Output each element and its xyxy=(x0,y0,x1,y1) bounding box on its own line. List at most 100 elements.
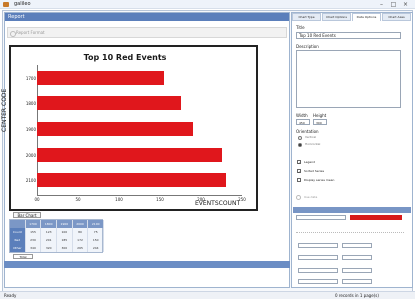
expand-icon[interactable] xyxy=(10,31,16,37)
y-tick-1700: 1700 xyxy=(25,75,36,81)
table-row: Red 230 201 185 172 150 xyxy=(10,236,105,244)
title-label: Title xyxy=(296,25,305,30)
orientation-label: Orientation xyxy=(296,129,319,134)
grid-cell: 265 xyxy=(73,244,89,252)
series-select-1[interactable] xyxy=(298,243,338,248)
grid-header-row: 1700 1800 1900 2000 2100 xyxy=(10,220,105,228)
grid-header-cell: 1800 xyxy=(41,220,58,228)
grid-cell: 155 xyxy=(26,228,42,236)
grid-row-header: Other Events xyxy=(10,244,26,252)
horizontal-label: Horizontal xyxy=(305,142,321,146)
window-title: galileo xyxy=(14,1,31,7)
status-right: 0 records in 1 page(s) xyxy=(335,293,379,298)
height-input[interactable]: 300 xyxy=(313,119,327,125)
horizontal-radio[interactable] xyxy=(298,143,302,147)
grid-cell: 100 xyxy=(57,228,73,236)
chart-title: Top 10 Red Events xyxy=(83,53,167,62)
series-mean-checkbox[interactable] xyxy=(297,178,301,182)
grid-cell: 320 xyxy=(41,244,58,252)
grid-cell: 340 xyxy=(26,244,42,252)
vertical-radio[interactable] xyxy=(298,136,302,140)
description-label: Description xyxy=(296,44,319,49)
maximize-icon[interactable]: □ xyxy=(388,1,399,8)
chart-plot-area: 1700 1800 1900 2000 2100 xyxy=(26,65,247,193)
bar-2100 xyxy=(37,173,226,188)
app-icon xyxy=(3,2,9,7)
grid-header-cell: 1900 xyxy=(57,220,73,228)
x-axis xyxy=(37,195,242,196)
sorted-series-checkbox[interactable]: ✓ xyxy=(297,169,301,174)
legend-label: Legend xyxy=(304,160,316,164)
grid-header-cell: 2000 xyxy=(72,220,89,228)
series-name-input[interactable] xyxy=(296,215,346,220)
title-input[interactable]: Top 10 Red Events xyxy=(296,32,401,39)
y-tick-2000: 2000 xyxy=(25,152,36,158)
status-left: Ready xyxy=(4,293,17,298)
width-label: Width xyxy=(296,113,308,118)
tab-chart-options[interactable]: Chart Options xyxy=(322,13,351,21)
sorted-series-label: Sorted Series xyxy=(304,169,325,173)
y-axis-label: CENTER CODE xyxy=(1,88,8,132)
window-titlebar: galileo xyxy=(0,0,415,9)
tab-chart-type[interactable]: Chart Type xyxy=(292,13,321,21)
grid-row-header: Red xyxy=(10,236,26,244)
series-select-3[interactable] xyxy=(298,268,338,273)
series-section-header xyxy=(293,207,411,213)
series-option-4[interactable] xyxy=(342,279,372,284)
bar-1700 xyxy=(37,70,165,85)
series-select-4[interactable] xyxy=(298,279,338,284)
width-input[interactable]: 450 xyxy=(296,119,310,125)
grid-cell: 185 xyxy=(57,236,73,244)
grid-total-button[interactable]: Total xyxy=(13,254,33,259)
series-color-swatch[interactable] xyxy=(350,215,402,220)
grid-cell: 244 xyxy=(88,244,105,252)
height-label: Height xyxy=(313,113,327,118)
minimize-icon[interactable]: – xyxy=(376,1,387,8)
grid-cell: 80 xyxy=(73,228,89,236)
table-row: Count 155 123 100 80 75 xyxy=(10,228,105,236)
series-mean-label: Display series mean xyxy=(304,178,335,182)
x-tick-150: 150 xyxy=(156,197,164,202)
grid-cell: 150 xyxy=(88,236,105,244)
data-grid: 1700 1800 1900 2000 2100 Count 155 123 100 80 75 Re… xyxy=(9,219,105,253)
report-format-bar[interactable]: Report Format xyxy=(7,27,287,38)
bar-chart-tab[interactable]: Bar Chart xyxy=(13,212,41,218)
series-option-2[interactable] xyxy=(342,255,372,260)
x-tick-00: 00 xyxy=(34,197,40,202)
grid-header-cell: 1700 xyxy=(25,220,42,228)
grid-cell: 75 xyxy=(88,228,105,236)
tab-chart-axes[interactable]: Chart Axes xyxy=(382,13,411,21)
grid-cell: 123 xyxy=(41,228,58,236)
series-option-3[interactable] xyxy=(342,268,372,273)
x-tick-50: 50 xyxy=(75,197,81,202)
x-tick-200: 200 xyxy=(197,197,205,202)
grid-cell: 172 xyxy=(73,236,89,244)
grid-header-cell: 2100 xyxy=(88,220,105,228)
grid-cell: 201 xyxy=(41,236,58,244)
grid-header-cell xyxy=(10,220,26,228)
report-format-label: Report Format xyxy=(16,30,45,35)
bar-1900 xyxy=(37,122,193,136)
y-tick-1800: 1800 xyxy=(25,101,36,107)
vertical-label: Vertical xyxy=(305,135,317,139)
series-options-row xyxy=(296,228,404,233)
tab-data-options[interactable]: Data Options xyxy=(352,13,381,21)
grid-cell: 300 xyxy=(57,244,73,252)
description-textarea[interactable] xyxy=(296,50,401,108)
apply-radio[interactable] xyxy=(296,195,301,200)
series-select-2[interactable] xyxy=(298,255,338,260)
apply-label: Use data xyxy=(304,195,318,199)
grid-cell: 230 xyxy=(26,236,42,244)
y-tick-2100: 2100 xyxy=(25,178,36,184)
y-tick-1900: 1900 xyxy=(25,127,36,132)
close-icon[interactable]: × xyxy=(400,1,411,8)
x-tick-100: 100 xyxy=(115,197,123,202)
bar-1800 xyxy=(37,96,181,111)
report-panel-header: Report xyxy=(5,13,289,21)
legend-checkbox[interactable]: ✓ xyxy=(297,160,301,165)
table-row: Other Events340320300265244 xyxy=(10,244,105,252)
status-bar: Ready 0 records in 1 page(s) xyxy=(0,291,415,299)
series-option-1[interactable] xyxy=(342,243,372,248)
properties-tabs: Chart Type Chart Options Data Options Ch… xyxy=(292,13,412,21)
report-status-strip xyxy=(4,261,290,268)
